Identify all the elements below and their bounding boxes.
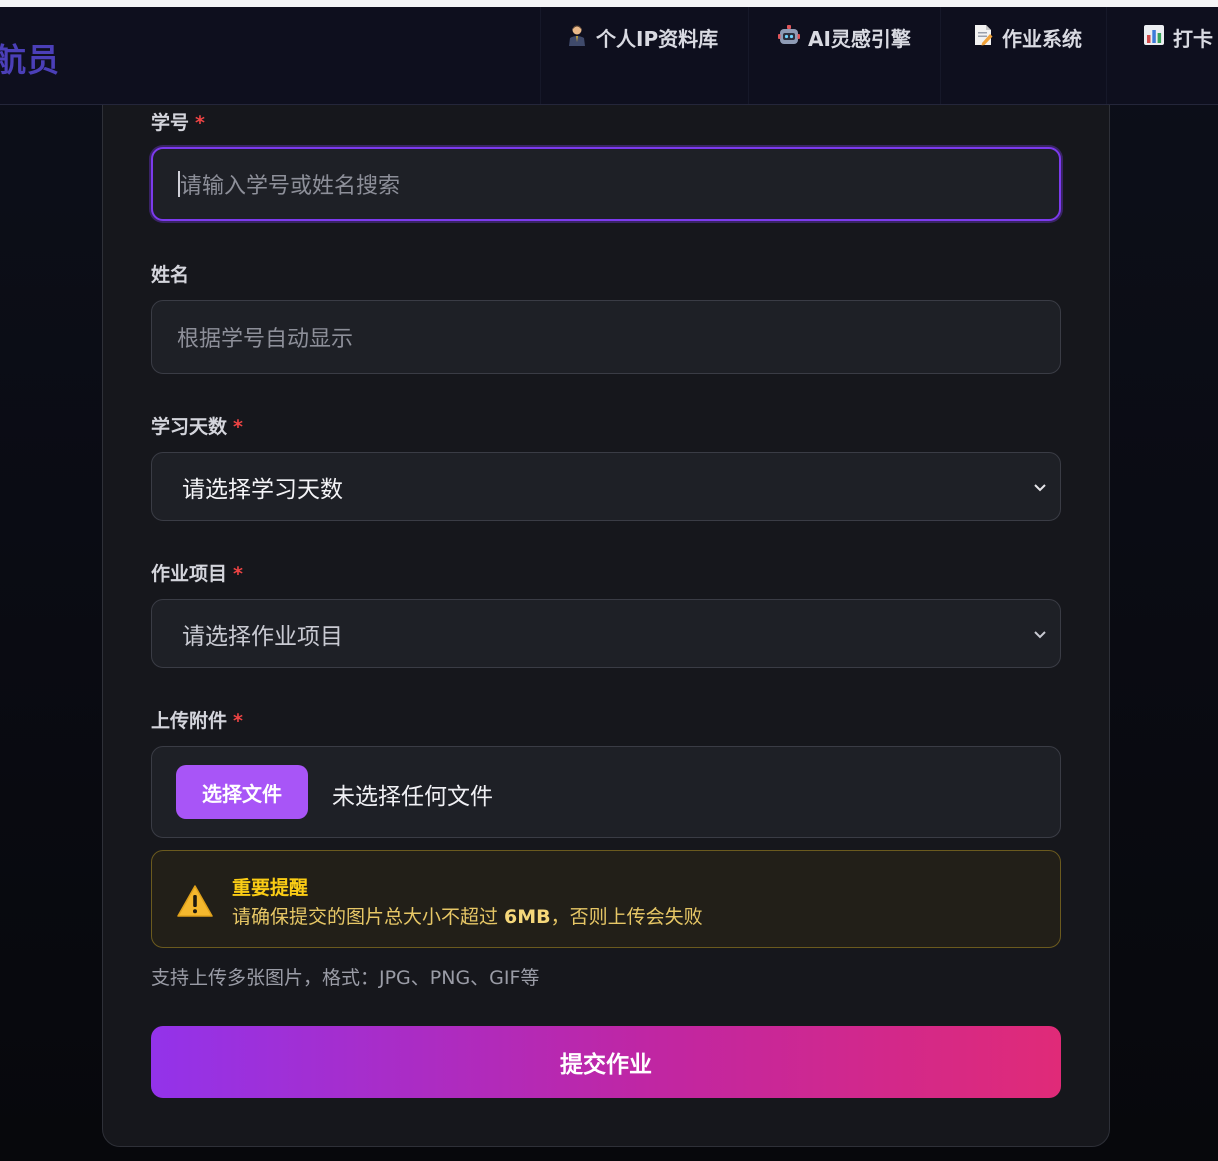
nav-divider bbox=[1106, 7, 1107, 104]
warning-text: 请确保提交的图片总大小不超过 6MB，否则上传会失败 bbox=[232, 906, 703, 928]
assignment-selected: 请选择作业项目 bbox=[182, 623, 343, 650]
student-id-input[interactable]: 请输入学号或姓名搜索 bbox=[151, 147, 1061, 221]
name-placeholder: 根据学号自动显示 bbox=[177, 327, 354, 352]
page: 学号 * 请输入学号或姓名搜索 姓名 根据学号自动显示 学习天数 * 请选择学习天数… bbox=[0, 0, 1218, 1161]
person-icon bbox=[569, 25, 585, 46]
nav-item-checkin[interactable]: 打卡 bbox=[1143, 7, 1213, 101]
study-days-label: 学习天数 * bbox=[151, 416, 243, 438]
student-id-label: 学号 * bbox=[151, 112, 205, 134]
name-label: 姓名 bbox=[151, 264, 190, 286]
assignment-select[interactable]: 请选择作业项目 bbox=[151, 599, 1061, 668]
bar-chart-icon bbox=[1144, 25, 1164, 45]
choose-file-button[interactable]: 选择文件 bbox=[176, 765, 308, 819]
chevron-down-icon bbox=[1034, 484, 1046, 492]
nav-divider bbox=[748, 7, 749, 104]
study-days-selected: 请选择学习天数 bbox=[182, 476, 343, 503]
required-mark: * bbox=[233, 416, 243, 438]
window-top-edge bbox=[0, 0, 1218, 7]
nav-item-homework-system[interactable]: 作业系统 bbox=[972, 7, 1082, 101]
nav-divider bbox=[940, 7, 941, 104]
nav-item-ai-engine[interactable]: AI灵感引擎 bbox=[778, 7, 911, 101]
student-id-placeholder: 请输入学号或姓名搜索 bbox=[180, 174, 401, 199]
upload-warning-box: 重要提醒 请确保提交的图片总大小不超过 6MB，否则上传会失败 bbox=[151, 850, 1061, 948]
study-days-select[interactable]: 请选择学习天数 bbox=[151, 452, 1061, 521]
warning-icon bbox=[177, 885, 213, 917]
brand-title[interactable]: 航员 bbox=[0, 35, 60, 81]
submit-homework-button[interactable]: 提交作业 bbox=[151, 1026, 1061, 1098]
top-nav-bar: 航员 个人IP资料库 AI灵感引擎 作业系统 打卡 bbox=[0, 7, 1218, 105]
attachment-label: 上传附件 * bbox=[151, 710, 243, 732]
required-mark: * bbox=[233, 563, 243, 585]
memo-icon bbox=[975, 25, 993, 46]
required-mark: * bbox=[233, 710, 243, 732]
nav-divider bbox=[540, 7, 541, 104]
file-upload-field[interactable]: 选择文件 未选择任何文件 bbox=[151, 746, 1061, 838]
robot-icon bbox=[778, 25, 800, 44]
size-limit: 6MB bbox=[504, 906, 551, 928]
upload-format-hint: 支持上传多张图片，格式：JPG、PNG、GIF等 bbox=[151, 967, 540, 989]
required-mark: * bbox=[195, 112, 205, 134]
warning-title: 重要提醒 bbox=[232, 877, 309, 899]
file-status-text: 未选择任何文件 bbox=[332, 784, 493, 810]
assignment-label: 作业项目 * bbox=[151, 563, 243, 585]
name-field[interactable]: 根据学号自动显示 bbox=[151, 300, 1061, 374]
nav-item-ip-library[interactable]: 个人IP资料库 bbox=[566, 7, 718, 101]
chevron-down-icon bbox=[1034, 631, 1046, 639]
